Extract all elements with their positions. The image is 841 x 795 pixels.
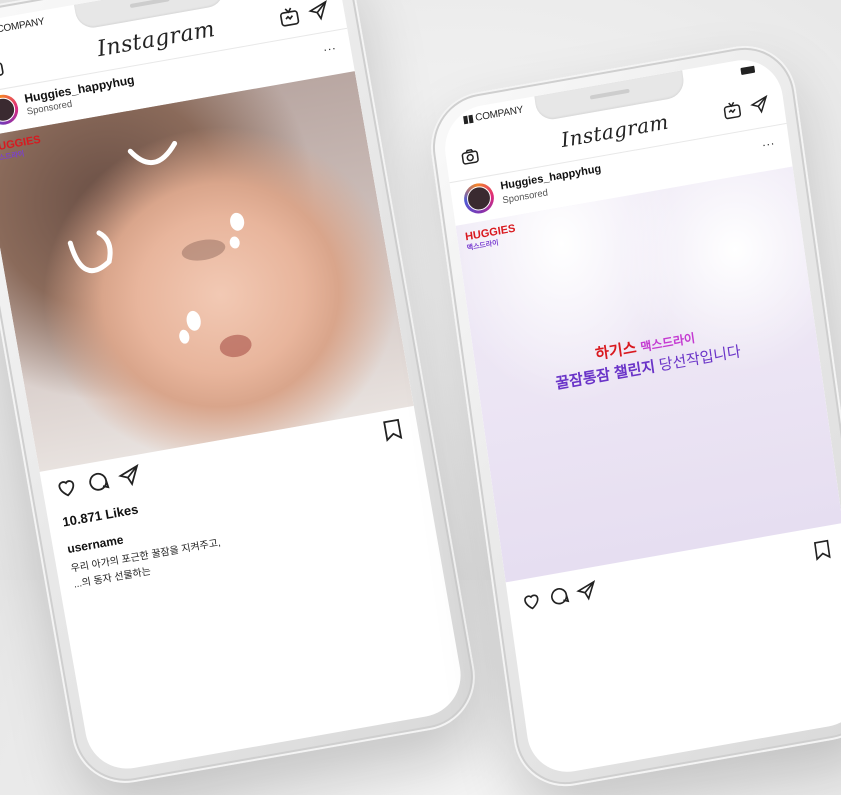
igtv-icon[interactable] [721,98,744,126]
status-bar: ▮▮COMPANY [0,16,45,37]
bookmark-icon[interactable] [380,416,407,448]
post-image[interactable]: HUGGIES 맥스드라이 하기스 맥스드라이 꿀잠통잠 챌린지 당선작입니다 [455,166,841,583]
direct-send-icon[interactable] [306,0,332,29]
avatar[interactable] [462,180,496,216]
avatar[interactable] [0,92,21,128]
carrier-label: COMPANY [474,104,524,124]
share-icon[interactable] [116,462,145,495]
likes-count[interactable]: 10.871 Likes [61,501,139,529]
signal-icon: ▮▮ [462,113,475,126]
phone-left-screen: ▮▮COMPANY Instagram Huggies_happyhug Spo… [0,0,468,776]
carrier-label: COMPANY [0,16,46,36]
heart-icon[interactable] [519,588,544,619]
sticker-doodles [67,140,252,358]
status-bar: ▮▮COMPANY [462,104,524,125]
igtv-icon[interactable] [277,4,303,34]
comment-icon[interactable] [547,583,572,614]
phone-left: ▮▮COMPANY Instagram Huggies_happyhug Spo… [0,0,484,792]
comment-icon[interactable] [84,468,113,501]
direct-send-icon[interactable] [749,94,772,122]
phone-right-screen: ▮▮COMPANY Instagram Huggies_happyhug Spo… [439,53,841,779]
battery-icon [740,65,756,76]
more-options-icon[interactable]: ... [761,133,776,149]
phone-right: ▮▮COMPANY Instagram Huggies_happyhug Spo… [423,37,841,795]
bookmark-icon[interactable] [811,537,834,567]
heart-icon[interactable] [53,474,82,507]
share-icon[interactable] [574,579,599,610]
post-image[interactable]: HUGGIES 맥스드라이 [0,71,414,472]
huggies-logo: HUGGIES 맥스드라이 [464,222,517,253]
more-options-icon[interactable]: ... [322,38,337,54]
